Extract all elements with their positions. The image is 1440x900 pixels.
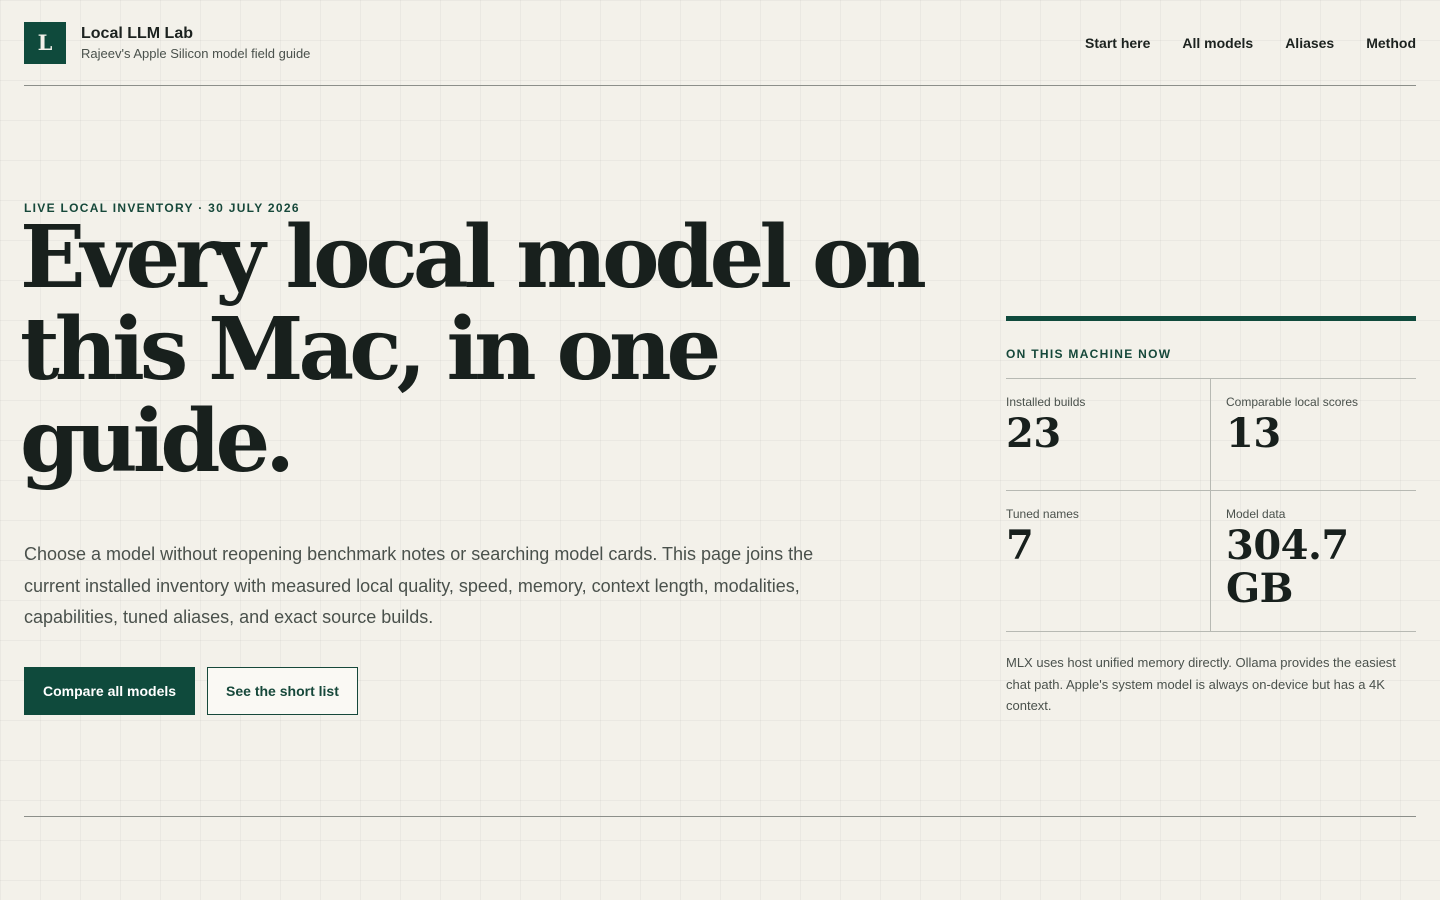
section-divider: [24, 816, 1416, 817]
stat-comparable-scores: Comparable local scores 13: [1211, 379, 1416, 491]
main-nav: Start here All models Aliases Method: [1085, 35, 1416, 51]
nav-method[interactable]: Method: [1366, 35, 1416, 51]
nav-aliases[interactable]: Aliases: [1285, 35, 1334, 51]
stat-value: 304.7 GB: [1226, 522, 1349, 612]
stat-label: Model data: [1226, 507, 1286, 521]
site-header: L Local LLM Lab Rajeev's Apple Silicon m…: [24, 0, 1416, 86]
stat-value: 7: [1006, 522, 1034, 569]
stat-installed-builds: Installed builds 23: [1006, 379, 1211, 491]
site-title: Local LLM Lab: [81, 24, 193, 42]
logo-mark: L: [24, 21, 66, 64]
stat-model-data: Model data 304.7 GB: [1211, 491, 1416, 632]
panel-label: ON THIS MACHINE NOW: [1006, 347, 1172, 361]
stat-label: Installed builds: [1006, 395, 1086, 409]
stat-label: Comparable local scores: [1226, 395, 1359, 409]
hero-title: Every local model on this Mac, in one gu…: [20, 207, 927, 492]
short-list-button[interactable]: See the short list: [207, 667, 358, 715]
panel-note: MLX uses host unified memory directly. O…: [1006, 655, 1396, 713]
panel-accent-bar: [1006, 316, 1416, 321]
compare-all-models-button[interactable]: Compare all models: [24, 667, 196, 715]
site-subtitle: Rajeev's Apple Silicon model field guide: [81, 45, 311, 61]
stat-value: 23: [1006, 410, 1061, 457]
nav-all-models[interactable]: All models: [1182, 35, 1253, 51]
cta-row: Compare all models See the short list: [24, 667, 358, 715]
hero-lede: Choose a model without reopening benchma…: [24, 544, 814, 627]
nav-start-here[interactable]: Start here: [1085, 35, 1150, 51]
brand-text: Local LLM Lab Rajeev's Apple Silicon mod…: [81, 24, 310, 62]
machine-stats-panel: ON THIS MACHINE NOW Installed builds 23 …: [1006, 316, 1416, 717]
stat-tuned-names: Tuned names 7: [1006, 491, 1211, 632]
stat-value: 13: [1226, 410, 1281, 457]
brand[interactable]: L Local LLM Lab Rajeev's Apple Silicon m…: [24, 21, 310, 64]
stat-label: Tuned names: [1006, 507, 1079, 521]
stats-grid: Installed builds 23 Comparable local sco…: [1006, 378, 1416, 632]
